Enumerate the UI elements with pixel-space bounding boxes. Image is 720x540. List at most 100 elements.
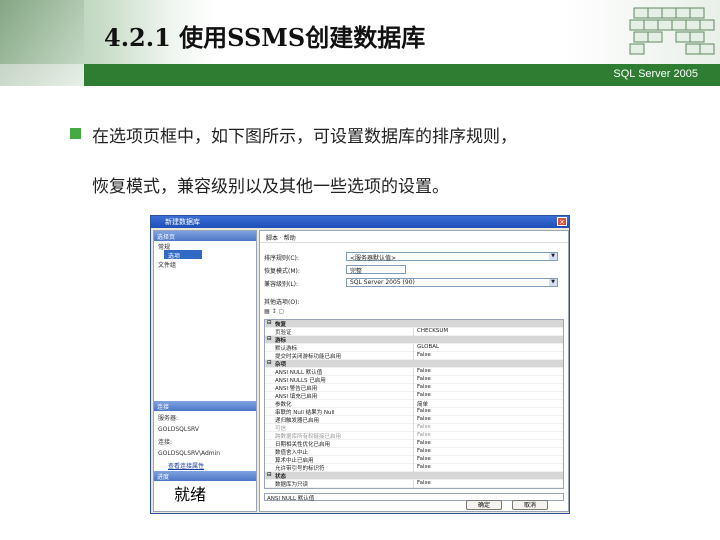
close-icon[interactable]: ×: [557, 217, 567, 226]
grid-property-value[interactable]: False: [413, 456, 431, 464]
grid-property-value[interactable]: 简单: [413, 400, 428, 408]
collation-select[interactable]: <服务器默认值> ▼: [346, 252, 558, 262]
page-item-options[interactable]: 选项: [164, 250, 202, 260]
other-options-label: 其他选项(O):: [264, 299, 300, 306]
grid-property-name: 可信: [275, 426, 287, 432]
grid-property-name: 算术中止已启用: [275, 458, 314, 464]
grid-property-value[interactable]: False: [413, 464, 431, 472]
grid-property-row[interactable]: 算术中止已启用 False: [265, 456, 563, 464]
grid-sort-icons[interactable]: ▦ ↕ ▢: [264, 308, 284, 315]
grid-property-name: 提交时关闭游标功能已启用: [275, 354, 342, 360]
grid-property-name: 允许带引号的标识符: [275, 466, 325, 472]
grid-property-value[interactable]: False: [413, 384, 431, 392]
grid-property-value[interactable]: False: [413, 416, 431, 424]
pages-header: 选择页: [154, 231, 256, 241]
page-item-filegroups[interactable]: 文件组: [154, 259, 256, 269]
cancel-button[interactable]: 取消: [512, 500, 548, 510]
collation-value: <服务器默认值>: [350, 255, 397, 262]
grid-property-name: ANSI NULL 默认值: [275, 370, 323, 376]
grid-property-row[interactable]: 递归触发器已启用 False: [265, 416, 563, 424]
grid-property-row[interactable]: ANSI 填充已启用 False: [265, 392, 563, 400]
grid-property-value[interactable]: False: [413, 480, 431, 488]
grid-property-name: 串联的 Null 结果为 Null: [275, 410, 335, 416]
compat-value: SQL Server 2005 (90): [350, 279, 415, 286]
recovery-select[interactable]: 完整: [346, 265, 406, 275]
header-decoration: [0, 0, 84, 86]
bullet-text-line-2: 恢复模式，兼容级别以及其他一些选项的设置。: [92, 177, 449, 197]
grid-property-row[interactable]: 页验证 CHECKSUM: [265, 328, 563, 336]
progress-status: 就绪: [174, 485, 207, 504]
grid-property-value[interactable]: False: [413, 440, 431, 448]
chevron-down-icon[interactable]: ▼: [549, 253, 557, 260]
grid-property-row[interactable]: 跨数据库所有权链接已启用 False: [265, 432, 563, 440]
connection-value: GOLDSQLSRV\Admin: [158, 450, 221, 457]
grid-category-row[interactable]: ⊟ 游标: [265, 336, 563, 344]
collation-label: 排序规则(C):: [264, 255, 299, 262]
grid-property-row[interactable]: 数据库状态 Normal: [265, 488, 563, 489]
grid-property-row[interactable]: 参数化 简单: [265, 400, 563, 408]
grid-property-value[interactable]: GLOBAL: [413, 344, 439, 352]
grid-category-row[interactable]: ⊟ 杂项: [265, 360, 563, 368]
compat-select[interactable]: SQL Server 2005 (90) ▼: [346, 278, 558, 287]
slide-title: 4.2.1 使用SSMS创建数据库: [104, 23, 426, 52]
grid-property-name: 递归触发器已启用: [275, 418, 320, 424]
grid-property-value[interactable]: False: [413, 368, 431, 376]
grid-property-row[interactable]: 数据库为只读 False: [265, 480, 563, 488]
grid-property-name: ANSI NULLS 已启用: [275, 378, 326, 384]
collapse-icon[interactable]: ⊟: [267, 336, 272, 342]
grid-property-name: 杂项: [275, 362, 287, 368]
grid-category-row[interactable]: ⊟ 恢复: [265, 320, 563, 328]
progress-section: 进度 就绪: [154, 471, 256, 505]
grid-property-value[interactable]: False: [413, 448, 431, 456]
grid-property-row[interactable]: 提交时关闭游标功能已启用 False: [265, 352, 563, 360]
grid-property-value[interactable]: False: [413, 392, 431, 400]
grid-property-name: 恢复: [275, 322, 287, 328]
grid-property-value[interactable]: False: [413, 408, 431, 416]
bullet-text-line-1: 在选项页框中，如下图所示，可设置数据库的排序规则，: [92, 127, 517, 147]
grid-property-row[interactable]: 默认游标 GLOBAL: [265, 344, 563, 352]
grid-property-row[interactable]: 数值舍入中止 False: [265, 448, 563, 456]
grid-property-value[interactable]: False: [413, 376, 431, 384]
chevron-down-icon[interactable]: ▼: [549, 279, 557, 286]
grid-property-value[interactable]: False: [413, 432, 431, 440]
grid-property-row[interactable]: 允许带引号的标识符 False: [265, 464, 563, 472]
server-value: GOLDSQLSRV: [158, 426, 199, 433]
collapse-icon[interactable]: ⊟: [267, 360, 272, 366]
grid-property-name: 数据库为只读: [275, 482, 309, 488]
grid-property-name: 页验证: [275, 330, 292, 336]
options-property-grid[interactable]: ⊟ 恢复 页验证 CHECKSUM ⊟ 游标 默认游标 GLOBAL 提交时关闭游标功能已启用 F…: [264, 319, 564, 489]
connection-section: 连接 服务器: GOLDSQLSRV 连接: GOLDSQLSRV\Admin …: [154, 401, 256, 472]
grid-property-name: 数据库状态: [275, 488, 303, 489]
grid-property-row[interactable]: 日期相关性优化已启用 False: [265, 440, 563, 448]
grid-property-name: 数值舍入中止: [275, 450, 309, 456]
connection-label: 连接:: [158, 439, 173, 446]
grid-category-row[interactable]: ⊟ 状态: [265, 472, 563, 480]
grid-property-name: ANSI 警告已启用: [275, 386, 318, 392]
grid-property-row[interactable]: 可信 False: [265, 424, 563, 432]
grid-property-value[interactable]: False: [413, 424, 431, 432]
new-database-dialog: 新建数据库 × 选择页 常规 选项 文件组 连接 服务器: GOLDSQLSRV…: [150, 215, 570, 514]
grid-property-row[interactable]: ANSI 警告已启用 False: [265, 384, 563, 392]
compat-label: 兼容级别(L):: [264, 281, 299, 288]
grid-property-value[interactable]: False: [413, 352, 431, 360]
collapse-icon[interactable]: ⊟: [267, 320, 272, 326]
bullet-square-icon: [70, 128, 81, 139]
grid-property-name: 参数化: [275, 402, 292, 408]
connection-header: 连接: [154, 401, 256, 411]
subtitle: SQL Server 2005: [613, 68, 698, 80]
building-blocks-logo: [629, 7, 715, 55]
toolbar[interactable]: 脚本 · 帮助: [260, 231, 568, 243]
ok-button[interactable]: 确定: [466, 500, 502, 510]
page-item-general[interactable]: 常规: [154, 241, 256, 251]
recovery-label: 恢复模式(M):: [264, 268, 300, 275]
grid-property-value[interactable]: Normal: [413, 488, 437, 489]
grid-property-row[interactable]: ANSI NULL 默认值 False: [265, 368, 563, 376]
grid-property-name: 状态: [275, 474, 287, 480]
grid-property-row[interactable]: ANSI NULLS 已启用 False: [265, 376, 563, 384]
options-pane: 脚本 · 帮助 排序规则(C): <服务器默认值> ▼ 恢复模式(M): 完整 …: [259, 230, 569, 512]
collapse-icon[interactable]: ⊟: [267, 472, 272, 478]
grid-property-value[interactable]: CHECKSUM: [413, 328, 448, 336]
server-label: 服务器:: [158, 415, 179, 422]
grid-property-row[interactable]: 串联的 Null 结果为 Null False: [265, 408, 563, 416]
recovery-value: 完整: [350, 268, 363, 275]
